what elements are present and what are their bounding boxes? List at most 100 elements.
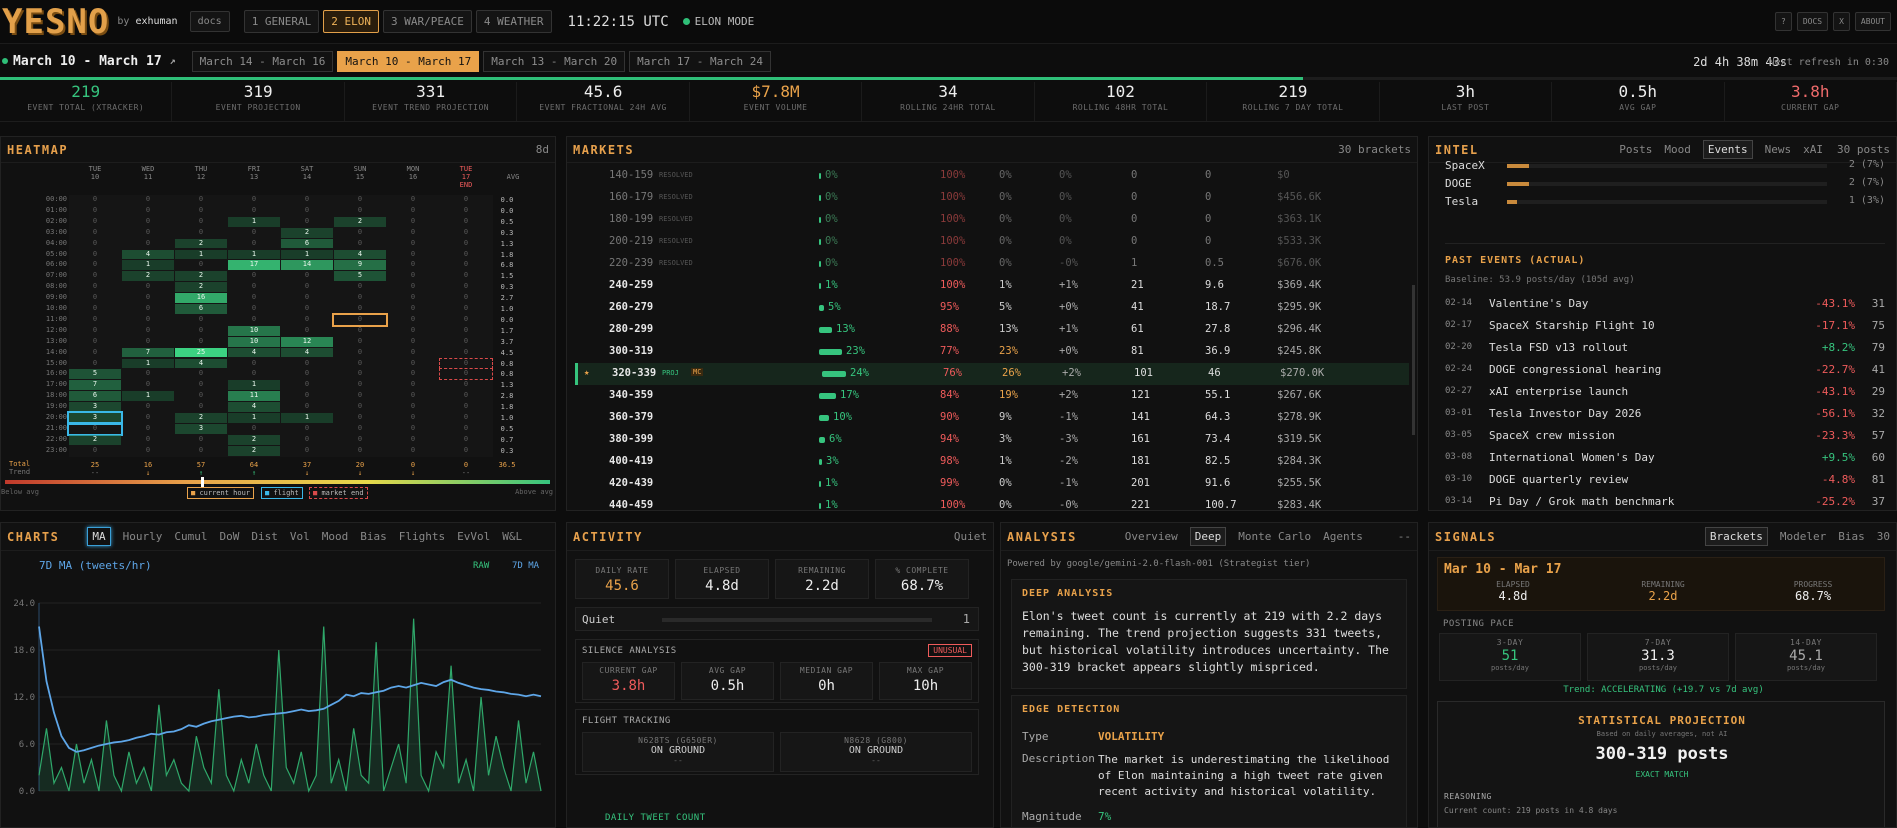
header-button-about[interactable]: ABOUT <box>1854 12 1891 31</box>
heatmap-cell[interactable]: 0 <box>122 337 174 347</box>
intel-tab-mood[interactable]: Mood <box>1664 143 1691 156</box>
chart-raw-toggle[interactable]: RAW <box>473 561 489 571</box>
heatmap-cell[interactable]: 0 <box>440 391 492 401</box>
external-link-icon[interactable]: ↗ <box>170 56 176 67</box>
signals-tab-modeler[interactable]: Modeler <box>1780 530 1826 543</box>
heatmap-cell[interactable]: 0 <box>122 369 174 379</box>
heatmap-cell[interactable]: 0 <box>228 293 280 303</box>
heatmap-cell[interactable]: 0 <box>334 195 386 205</box>
intel-tab-xai[interactable]: xAI <box>1803 143 1823 156</box>
heatmap-cell[interactable]: 2 <box>175 282 227 293</box>
heatmap-cell[interactable]: 0 <box>334 359 386 369</box>
heatmap-cell[interactable]: 0 <box>69 337 121 347</box>
heatmap-cell[interactable]: 0 <box>175 217 227 227</box>
event-row[interactable]: 02-14 Valentine's Day -43.1% 31 <box>1445 295 1885 315</box>
heatmap-cell[interactable]: 0 <box>228 369 280 379</box>
heatmap-cell[interactable]: 0 <box>334 380 386 390</box>
market-row[interactable]: 240-259 1% 100% 1% +1% 21 9.6 $369.4K <box>575 275 1409 297</box>
heatmap-cell[interactable]: 0 <box>440 435 492 445</box>
heatmap-cell[interactable]: 0 <box>67 421 123 436</box>
heatmap-cell[interactable]: 0 <box>440 337 492 347</box>
heatmap-cell[interactable]: 1 <box>122 391 174 402</box>
heatmap-cell[interactable]: 0 <box>281 293 333 303</box>
heatmap-cell[interactable]: 1 <box>228 413 280 423</box>
heatmap-cell[interactable]: 0 <box>281 195 333 205</box>
heatmap-cell[interactable]: 0 <box>228 239 280 249</box>
heatmap-cell[interactable]: 0 <box>175 446 227 456</box>
heatmap-cell[interactable]: 3 <box>69 402 121 412</box>
heatmap-cell[interactable]: 0 <box>440 402 492 412</box>
heatmap-cell[interactable]: 14 <box>281 260 333 271</box>
heatmap-cell[interactable]: 0 <box>175 380 227 390</box>
event-row[interactable]: 03-08 International Women's Day +9.5% 60 <box>1445 449 1885 469</box>
heatmap-cell[interactable]: 0 <box>387 391 439 401</box>
heatmap-cell[interactable]: 25 <box>175 347 227 358</box>
heatmap-cell[interactable]: 2 <box>175 413 227 423</box>
heatmap-cell[interactable]: 0 <box>387 359 439 369</box>
heatmap-cell[interactable]: 0 <box>387 424 439 434</box>
heatmap-cell[interactable]: 0 <box>334 293 386 303</box>
heatmap-cell[interactable]: 0 <box>387 260 439 270</box>
header-button-docs[interactable]: DOCS <box>1796 12 1829 31</box>
heatmap-cell[interactable]: 4 <box>281 347 333 358</box>
heatmap-cell[interactable]: 0 <box>440 315 492 325</box>
chart-ma-toggle[interactable]: 7D MA <box>512 561 539 571</box>
heatmap-cell[interactable]: 0 <box>440 195 492 205</box>
market-row[interactable]: ★ 320-339 PROJ MC 24% 76% 26% +2% 101 46 $270.0K <box>575 363 1409 385</box>
heatmap-cell[interactable]: 0 <box>228 359 280 369</box>
heatmap-cell[interactable]: 0 <box>281 217 333 227</box>
heatmap-cell[interactable]: 0 <box>334 304 386 314</box>
analysis-tab-overview[interactable]: Overview <box>1125 530 1178 543</box>
heatmap-cell[interactable]: 0 <box>440 217 492 227</box>
mode-tab-2[interactable]: 2 ELON <box>323 10 380 33</box>
chart-tab-mood[interactable]: Mood <box>322 530 349 543</box>
heatmap-cell[interactable]: 0 <box>281 315 333 325</box>
market-row[interactable]: 300-319 23% 77% 23% +0% 81 36.9 $245.8K <box>575 341 1409 363</box>
ma-chart[interactable]: 24.0 18.0 12.0 6.0 0.0 <box>1 573 556 823</box>
heatmap-cell[interactable]: 0 <box>281 380 333 390</box>
heatmap-cell[interactable]: 0 <box>387 380 439 390</box>
event-row[interactable]: 02-17 SpaceX Starship Flight 10 -17.1% 75 <box>1445 317 1885 337</box>
market-row[interactable]: 140-159 RESOLVED 0% 100% 0% 0% 0 0 $0 <box>575 165 1409 187</box>
heatmap-cell[interactable]: 1 <box>122 358 174 369</box>
flight-card[interactable]: N8628 (G800) ON GROUND -- <box>780 732 972 772</box>
heatmap-cell[interactable]: 0 <box>439 368 493 381</box>
heatmap-cell[interactable]: 9 <box>334 260 386 271</box>
heatmap-cell[interactable]: 0 <box>69 228 121 238</box>
heatmap-cell[interactable]: 0 <box>122 195 174 205</box>
heatmap-cell[interactable]: 0 <box>440 228 492 238</box>
heatmap-cell[interactable]: 0 <box>387 250 439 260</box>
event-row[interactable]: 03-10 DOGE quarterly review -4.8% 81 <box>1445 471 1885 491</box>
heatmap-cell[interactable]: 0 <box>334 239 386 249</box>
market-row[interactable]: 260-279 5% 95% 5% +0% 41 18.7 $295.9K <box>575 297 1409 319</box>
market-row[interactable]: 400-419 3% 98% 1% -2% 181 82.5 $284.3K <box>575 451 1409 473</box>
heatmap-cell[interactable]: 0 <box>228 315 280 325</box>
heatmap-cell[interactable]: 0 <box>175 369 227 379</box>
heatmap-cell[interactable]: 0 <box>69 271 121 281</box>
chart-tab-ma[interactable]: MA <box>87 527 111 546</box>
heatmap-cell[interactable]: 0 <box>281 326 333 336</box>
heatmap-cell[interactable]: 0 <box>387 304 439 314</box>
heatmap-cell[interactable]: 0 <box>439 357 493 370</box>
heatmap-cell[interactable]: 0 <box>334 391 386 401</box>
heatmap-cell[interactable]: 0 <box>228 195 280 205</box>
heatmap-cell[interactable]: 0 <box>69 239 121 249</box>
heatmap-cell[interactable]: 3 <box>67 411 123 425</box>
heatmap-cell[interactable]: 0 <box>334 413 386 423</box>
market-row[interactable]: 420-439 1% 99% 0% -1% 201 91.6 $255.5K <box>575 473 1409 495</box>
heatmap-cell[interactable]: 0 <box>69 326 121 336</box>
header-button-[interactable]: ? <box>1774 12 1792 31</box>
heatmap-cell[interactable]: 0 <box>122 446 174 456</box>
heatmap-cell[interactable]: 0 <box>334 402 386 412</box>
signals-tab-30[interactable]: 30 <box>1877 530 1890 543</box>
analysis-tab-monte-carlo[interactable]: Monte Carlo <box>1238 530 1311 543</box>
docs-button[interactable]: docs <box>189 11 230 32</box>
heatmap-cell[interactable]: 0 <box>440 326 492 336</box>
heatmap-cell[interactable]: 2 <box>69 434 121 445</box>
heatmap-cell[interactable]: 2 <box>228 445 280 456</box>
market-row[interactable]: 160-179 RESOLVED 0% 100% 0% 0% 0 0 $456.6K <box>575 187 1409 209</box>
heatmap-cell[interactable]: 0 <box>440 380 492 390</box>
heatmap-cell[interactable]: 0 <box>281 424 333 434</box>
heatmap-cell[interactable]: 0 <box>440 348 492 358</box>
heatmap-cell[interactable]: 0 <box>69 293 121 303</box>
